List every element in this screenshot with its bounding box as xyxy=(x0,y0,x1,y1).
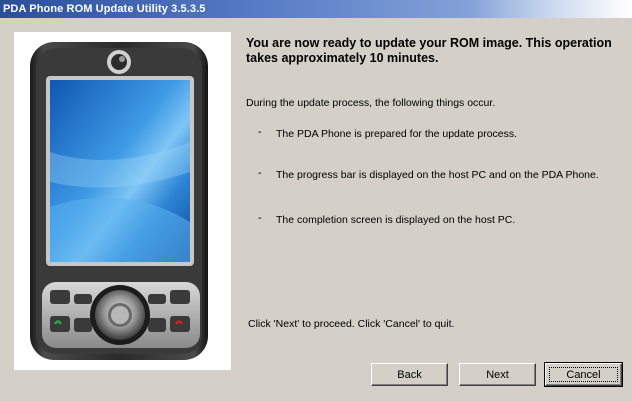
intro-text: During the update process, the following… xyxy=(246,97,496,109)
title-bar[interactable]: PDA Phone ROM Update Utility 3.5.3.5 xyxy=(0,0,632,18)
update-wizard-window: PDA Phone ROM Update Utility 3.5.3.5 You… xyxy=(0,0,632,401)
cancel-button-label: Cancel xyxy=(566,368,601,381)
instruction-text: Click 'Next' to proceed. Click 'Cancel' … xyxy=(248,318,455,330)
next-button[interactable]: Next xyxy=(459,363,536,386)
bullet-text-3: The completion screen is displayed on th… xyxy=(276,214,516,226)
bullet-marker-1: - xyxy=(258,126,262,138)
bullet-text-1: The PDA Phone is prepared for the update… xyxy=(276,128,518,140)
ready-heading: You are now ready to update your ROM ima… xyxy=(246,36,612,65)
back-button[interactable]: Back xyxy=(371,363,448,386)
bullet-text-2: The progress bar is displayed on the hos… xyxy=(276,169,599,181)
cancel-button[interactable]: Cancel xyxy=(544,362,623,387)
pda-phone-device-icon xyxy=(30,42,208,360)
bullet-marker-3: - xyxy=(258,212,262,224)
window-title: PDA Phone ROM Update Utility 3.5.3.5 xyxy=(3,3,206,15)
bullet-marker-2: - xyxy=(258,167,262,179)
title-bar-fade xyxy=(472,0,632,18)
device-image-panel xyxy=(14,32,231,370)
